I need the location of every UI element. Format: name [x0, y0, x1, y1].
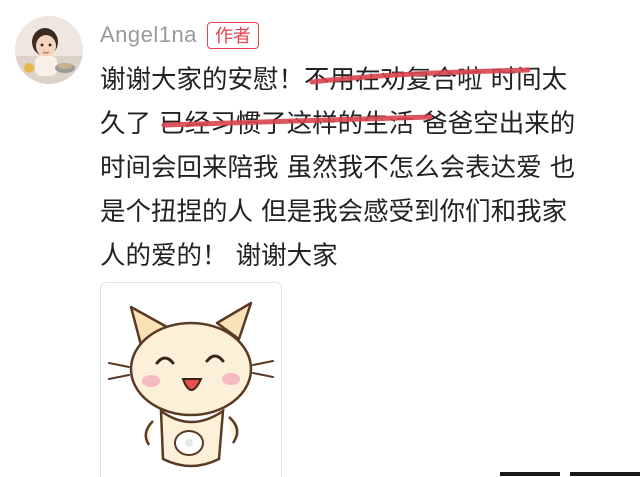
author-avatar[interactable] — [15, 16, 83, 84]
comment-line: 人的爱的！ 谢谢大家 — [100, 241, 338, 271]
comment-line: 久了 已经习惯了这样的生活 爸爸空出来的 — [100, 109, 576, 139]
author-badge: 作者 — [207, 22, 259, 49]
next-comment-edge — [500, 472, 640, 476]
comment-line: 时间会回来陪我 虽然我不怎么会表达爱 也 — [100, 153, 576, 183]
author-name[interactable]: Angel1na — [100, 22, 197, 48]
cute-cat-sticker-icon — [108, 301, 274, 468]
avatar-image — [15, 16, 83, 84]
comment-text: 谢谢大家的安慰！不用在劝复合啦 时间太 久了 已经习惯了这样的生活 爸爸空出来的… — [100, 58, 620, 278]
cat-sticker[interactable] — [100, 282, 282, 477]
comment-line: 谢谢大家的安慰！不用在劝复合啦 时间太 — [100, 65, 568, 95]
comment-line: 是个扭捏的人 但是我会感受到你们和我家 — [100, 197, 568, 227]
